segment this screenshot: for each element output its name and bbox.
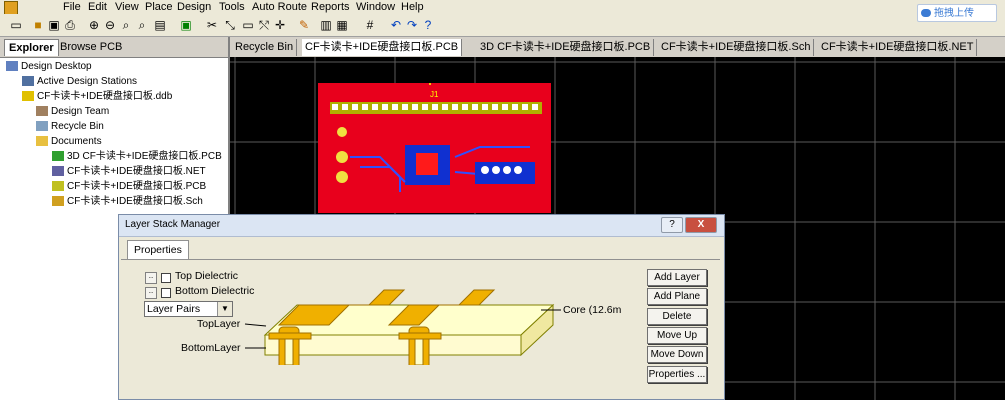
redo-icon[interactable]: ↷ bbox=[404, 17, 420, 33]
help-icon[interactable]: ? bbox=[420, 17, 436, 33]
tab-pcb[interactable]: CF卡读卡+IDE硬盘接口板.PCB bbox=[302, 39, 463, 56]
tab-browse-pcb[interactable]: Browse PCB bbox=[56, 39, 126, 56]
top-dielectric-options-button[interactable]: .. bbox=[145, 272, 157, 284]
grid-icon[interactable]: # bbox=[362, 17, 378, 33]
toolbar: ▭ ■ ▣ ⎙ ⊕ ⊖ ⌕ ⌕ ▤ ▣ ✂ ⤡ ▭ ⤲ ✛ ✎ ▥ ▦ # ↶ … bbox=[0, 14, 1005, 37]
menu-reports[interactable]: Reports bbox=[311, 0, 350, 14]
deselect-icon[interactable]: ⤲ bbox=[256, 17, 272, 33]
pcb-designator: J1 bbox=[430, 90, 439, 99]
highlight-icon[interactable]: ✎ bbox=[296, 17, 312, 33]
tree-item-ddb[interactable]: CF卡读卡+IDE硬盘接口板.ddb bbox=[22, 89, 172, 104]
dialog-help-button[interactable]: ? bbox=[661, 217, 683, 233]
layer-stack-diagram bbox=[263, 289, 555, 365]
top-layer-label: TopLayer bbox=[197, 318, 241, 330]
zoom-area-icon[interactable]: ⌕ bbox=[118, 17, 134, 33]
dialog-title-bar: Layer Stack Manager ? X bbox=[119, 215, 724, 237]
tab-properties[interactable]: Properties bbox=[127, 240, 189, 259]
layer-pairs-select[interactable]: Layer Pairs ▼ bbox=[144, 301, 233, 317]
tab-separator bbox=[121, 259, 720, 260]
move-down-button[interactable]: Move Down bbox=[647, 346, 707, 363]
cloud-icon bbox=[921, 9, 931, 17]
cut-icon[interactable]: ✂ bbox=[204, 17, 220, 33]
undo-icon[interactable]: ↶ bbox=[388, 17, 404, 33]
tree-item-design-desktop[interactable]: Design Desktop bbox=[6, 59, 92, 74]
tree-item-recycle-bin[interactable]: Recycle Bin bbox=[36, 119, 104, 134]
zoom-out-icon[interactable]: ⊖ bbox=[102, 17, 118, 33]
dialog-body: Properties .. Top Dielectric .. Bottom D… bbox=[121, 237, 720, 399]
dialog-close-button[interactable]: X bbox=[685, 217, 717, 233]
move-icon[interactable]: ✛ bbox=[272, 17, 288, 33]
layer-pairs-value: Layer Pairs bbox=[147, 303, 201, 315]
stations-icon bbox=[22, 76, 34, 87]
tree-item-active-design-stations[interactable]: Active Design Stations bbox=[22, 74, 137, 89]
folder-icon[interactable]: ■ bbox=[30, 17, 46, 33]
dialog-title: Layer Stack Manager bbox=[125, 219, 221, 230]
chevron-down-icon: ▼ bbox=[217, 302, 232, 316]
bottom-dielectric-checkbox[interactable] bbox=[161, 288, 171, 298]
route-icon[interactable]: ⤡ bbox=[222, 17, 238, 33]
netlist-icon bbox=[52, 166, 64, 177]
app-logo-icon bbox=[4, 1, 18, 15]
move-up-button[interactable]: Move Up bbox=[647, 327, 707, 344]
schematic-icon bbox=[52, 196, 64, 207]
explorer-tabs: Explorer Browse PCB bbox=[0, 37, 228, 58]
bottom-dielectric-label: Bottom Dielectric bbox=[175, 285, 255, 297]
menu-tools[interactable]: Tools bbox=[219, 0, 245, 14]
tree-item-pcb[interactable]: CF卡读卡+IDE硬盘接口板.PCB bbox=[52, 179, 206, 194]
top-dielectric-checkbox[interactable] bbox=[161, 273, 171, 283]
bottom-dielectric-options-button[interactable]: .. bbox=[145, 287, 157, 299]
top-dielectric-label: Top Dielectric bbox=[175, 270, 239, 282]
upload-label: 拖拽上传 bbox=[934, 8, 974, 19]
open-icon[interactable]: ▭ bbox=[8, 17, 24, 33]
tree-item-sch[interactable]: CF卡读卡+IDE硬盘接口板.Sch bbox=[52, 194, 203, 209]
zoom-in-icon[interactable]: ⊕ bbox=[86, 17, 102, 33]
tree-item-design-team[interactable]: Design Team bbox=[36, 104, 109, 119]
pcb-icon bbox=[52, 181, 64, 192]
database-icon bbox=[22, 91, 34, 102]
upload-button[interactable]: 拖拽上传 bbox=[917, 4, 997, 22]
tab-recycle-bin[interactable]: Recycle Bin bbox=[232, 39, 298, 56]
tab-net[interactable]: CF卡读卡+IDE硬盘接口板.NET bbox=[818, 39, 978, 56]
tab-explorer[interactable]: Explorer bbox=[4, 39, 59, 56]
print-icon[interactable]: ⎙ bbox=[62, 17, 78, 33]
tab-3d-pcb[interactable]: 3D CF卡读卡+IDE硬盘接口板.PCB bbox=[477, 39, 655, 56]
pcb-3d-icon bbox=[52, 151, 64, 162]
bottom-layer-label: BottomLayer bbox=[181, 342, 241, 354]
recycle-bin-icon bbox=[36, 121, 48, 132]
menu-design[interactable]: Design bbox=[177, 0, 211, 14]
delete-button[interactable]: Delete bbox=[647, 308, 707, 325]
document-tabs: Recycle Bin CF卡读卡+IDE硬盘接口板.PCB 3D CF卡读卡+… bbox=[230, 37, 1005, 58]
chart-icon[interactable]: ▦ bbox=[334, 17, 350, 33]
menu-view[interactable]: View bbox=[115, 0, 139, 14]
add-layer-button[interactable]: Add Layer bbox=[647, 269, 707, 286]
team-icon bbox=[36, 106, 48, 117]
menu-help[interactable]: Help bbox=[401, 0, 424, 14]
menu-file[interactable]: File bbox=[63, 0, 81, 14]
zoom-fit-icon[interactable]: ⌕ bbox=[134, 17, 150, 33]
layers-icon[interactable]: ▥ bbox=[318, 17, 334, 33]
layer-stack-manager-dialog: Layer Stack Manager ? X Properties .. To… bbox=[118, 214, 725, 400]
menu-auto-route[interactable]: Auto Route bbox=[252, 0, 307, 14]
tree-item-net[interactable]: CF卡读卡+IDE硬盘接口板.NET bbox=[52, 164, 206, 179]
menu-place[interactable]: Place bbox=[145, 0, 173, 14]
menu-edit[interactable]: Edit bbox=[88, 0, 107, 14]
component-icon[interactable]: ▣ bbox=[178, 17, 194, 33]
folder-icon bbox=[36, 136, 48, 147]
core-label: Core (12.6m bbox=[563, 304, 622, 316]
properties-button[interactable]: Properties ... bbox=[647, 366, 707, 383]
desktop-icon bbox=[6, 61, 18, 72]
add-plane-button[interactable]: Add Plane bbox=[647, 288, 707, 305]
tree-item-documents[interactable]: Documents bbox=[36, 134, 102, 149]
menu-bar: File Edit View Place Design Tools Auto R… bbox=[0, 0, 1005, 15]
save-icon[interactable]: ▣ bbox=[46, 17, 62, 33]
tab-sch[interactable]: CF卡读卡+IDE硬盘接口板.Sch bbox=[658, 39, 815, 56]
select-icon[interactable]: ▭ bbox=[240, 17, 256, 33]
menu-window[interactable]: Window bbox=[356, 0, 395, 14]
tree-item-3d-pcb[interactable]: 3D CF卡读卡+IDE硬盘接口板.PCB bbox=[52, 149, 222, 164]
browse-icon[interactable]: ▤ bbox=[152, 17, 168, 33]
